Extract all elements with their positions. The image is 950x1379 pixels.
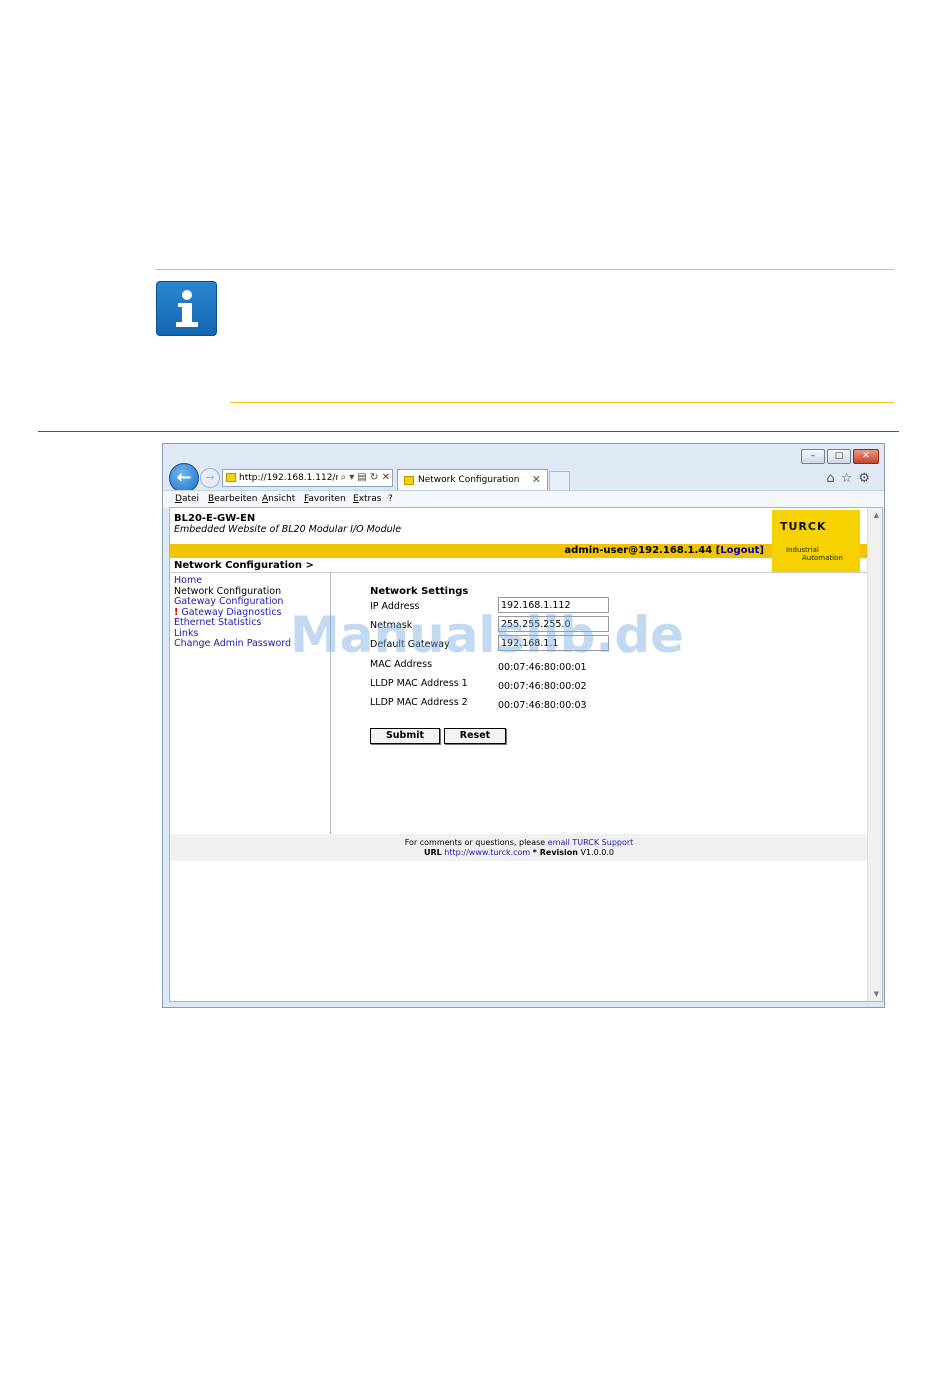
lldp2-value: 00:07:46:80:00:03: [498, 700, 587, 711]
tab-close-icon[interactable]: ✕: [532, 470, 541, 490]
menu-edit[interactable]: Bearbeiten: [208, 491, 257, 508]
site-header: BL20-E-GW-EN Embedded Website of BL20 Mo…: [170, 508, 868, 544]
menu-favorites[interactable]: Favoriten: [304, 491, 346, 508]
scroll-down-icon[interactable]: ▼: [874, 990, 879, 998]
tab-favicon-icon: [404, 476, 414, 485]
minimize-button[interactable]: –: [801, 449, 825, 464]
nav-gateway-diagnostics[interactable]: Gateway Diagnostics: [181, 607, 281, 618]
nav-change-admin-password[interactable]: Change Admin Password: [174, 638, 291, 650]
footer-line1: For comments or questions, please email …: [170, 838, 868, 847]
breadcrumb-divider: [170, 572, 868, 573]
back-button[interactable]: ←: [169, 463, 199, 493]
user-name: admin-user@192.168.1.44: [564, 545, 713, 556]
note-divider-top: [156, 269, 894, 270]
browser-window: – □ ✕ ← → http://192.168.1.112/n ⌕ ▾ ▤ ↻…: [162, 443, 885, 1008]
home-icon[interactable]: ⌂: [826, 471, 840, 486]
close-window-button[interactable]: ✕: [853, 449, 879, 464]
browser-tool-icons: ⌂☆⚙: [826, 471, 876, 486]
lldp2-label: LLDP MAC Address 2: [370, 697, 468, 708]
menu-view[interactable]: Ansicht: [262, 491, 295, 508]
support-email-link[interactable]: email TURCK Support: [548, 838, 634, 847]
menu-help[interactable]: ?: [388, 491, 393, 508]
user-info: admin-user@192.168.1.44 [Logout]: [564, 544, 764, 558]
page-viewport: BL20-E-GW-EN Embedded Website of BL20 Mo…: [169, 507, 883, 1002]
sidebar-nav: Home Network Configuration Gateway Confi…: [174, 575, 291, 650]
footer-line2: URL http://www.turck.com * Revision V1.0…: [170, 848, 868, 857]
window-controls: – □ ✕: [801, 449, 879, 464]
section-divider: [38, 431, 899, 432]
site-favicon-icon: [226, 473, 236, 482]
maximize-button[interactable]: □: [827, 449, 851, 464]
tab-network-configuration[interactable]: Network Configuration ✕: [397, 469, 548, 491]
revision-label: * Revision: [532, 848, 578, 857]
footer-text: For comments or questions, please: [404, 838, 546, 847]
info-icon: [156, 281, 217, 336]
new-tab-button[interactable]: [549, 471, 570, 490]
lldp1-label: LLDP MAC Address 1: [370, 678, 468, 689]
address-tools-icons[interactable]: ⌕ ▾ ▤ ↻ ✕: [338, 470, 390, 486]
logo-name: TURCK: [780, 520, 827, 533]
page-footer: For comments or questions, please email …: [170, 834, 868, 861]
tab-title: Network Configuration: [418, 475, 520, 485]
logo-line1: Industrial: [786, 546, 819, 554]
menu-extras[interactable]: Extras: [353, 491, 381, 508]
gear-icon[interactable]: ⚙: [858, 471, 876, 486]
menu-bar: Datei Bearbeiten Ansicht Favoriten Extra…: [163, 490, 884, 508]
device-name: BL20-E-GW-EN: [174, 513, 256, 524]
site-subtitle: Embedded Website of BL20 Modular I/O Mod…: [174, 524, 402, 535]
revision-value: V1.0.0.0: [580, 848, 615, 857]
turck-url-link[interactable]: http://www.turck.com: [444, 848, 530, 857]
watermark: Manualslib.de: [290, 606, 685, 664]
warning-icon: !: [174, 606, 179, 618]
nav-ethernet-statistics[interactable]: Ethernet Statistics: [174, 617, 291, 629]
form-title: Network Settings: [370, 586, 469, 597]
logo-line2: Automation: [802, 554, 843, 562]
breadcrumb: Network Configuration >: [174, 560, 314, 571]
turck-logo: TURCK Industrial Automation: [772, 510, 860, 572]
nav-home[interactable]: Home: [174, 575, 291, 587]
submit-button[interactable]: Submit: [370, 728, 440, 744]
address-bar[interactable]: http://192.168.1.112/n ⌕ ▾ ▤ ↻ ✕: [222, 469, 393, 487]
reset-button[interactable]: Reset: [444, 728, 506, 744]
favorites-star-icon[interactable]: ☆: [841, 471, 859, 486]
vertical-scrollbar[interactable]: ▲ ▼: [867, 508, 882, 1001]
scroll-up-icon[interactable]: ▲: [874, 511, 879, 519]
url-label: URL: [423, 848, 442, 857]
lldp1-value: 00:07:46:80:00:02: [498, 681, 587, 692]
address-text: http://192.168.1.112/n: [239, 473, 342, 483]
logout-link[interactable]: [Logout]: [716, 545, 764, 556]
note-divider-bottom: [230, 402, 894, 403]
forward-button[interactable]: →: [200, 468, 220, 488]
menu-file[interactable]: Datei: [175, 491, 199, 508]
